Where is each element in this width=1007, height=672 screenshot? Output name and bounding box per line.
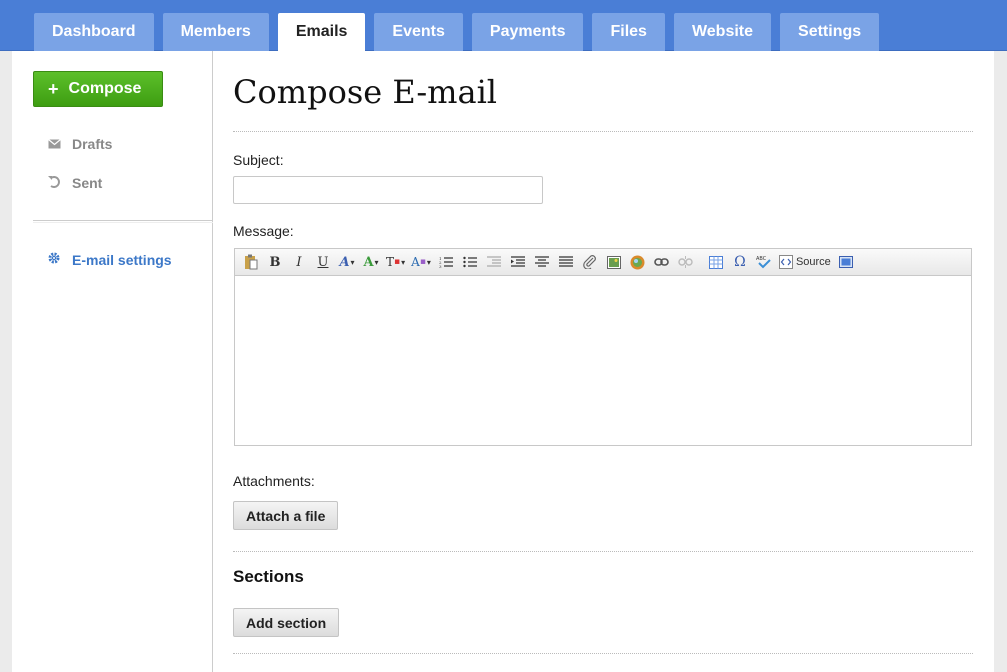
add-section-button[interactable]: Add section [233,608,340,637]
tab-payments[interactable]: Payments [471,13,584,51]
align-center-icon[interactable] [530,252,554,272]
paste-icon[interactable] [239,252,263,272]
maximize-icon[interactable] [834,252,858,272]
sections-heading: Sections [233,567,304,586]
indent-icon[interactable] [506,252,530,272]
tab-settings[interactable]: Settings [780,13,880,51]
source-label: Source [795,256,831,268]
sidebar: + Compose Drafts Sent E-mail settings [12,51,213,672]
compose-button[interactable]: + Compose [33,71,163,107]
plus-icon: + [48,78,59,99]
outdent-icon[interactable] [482,252,506,272]
attach-file-button[interactable]: Attach a file [233,501,339,530]
link-icon[interactable] [650,252,674,272]
sidebar-item-sent[interactable]: Sent [46,175,102,191]
message-body[interactable] [235,276,971,444]
sidebar-item-label: Sent [72,175,103,191]
gear-icon [46,251,62,268]
justify-icon[interactable] [554,252,578,272]
divider [233,131,973,132]
tab-events[interactable]: Events [374,13,463,51]
sidebar-item-label: E-mail settings [72,251,172,268]
tab-members[interactable]: Members [162,13,269,51]
tab-files[interactable]: Files [592,13,665,51]
divider [233,551,973,552]
subject-label: Subject: [233,152,284,168]
svg-text:ABC: ABC [756,256,767,262]
bullet-list-icon[interactable] [458,252,482,272]
font-style-icon[interactable]: A [335,252,359,272]
image-icon[interactable] [602,252,626,272]
message-label: Message: [233,223,294,239]
bold-icon[interactable]: B [263,252,287,272]
spellcheck-icon[interactable]: ABC [752,252,776,272]
svg-text:3: 3 [439,264,442,268]
rich-text-editor: B I U A A T▪ A▪ 123 [234,248,972,446]
text-color-icon[interactable]: A [359,252,383,272]
editor-toolbar: B I U A A T▪ A▪ 123 [235,249,971,276]
divider [233,653,973,654]
compose-button-label: Compose [68,80,142,97]
background-color-icon[interactable]: A ▪ [408,252,434,272]
top-nav-bar: Dashboard Members Emails Events Payments… [0,0,1007,51]
underline-icon[interactable]: U [311,252,335,272]
content-card: + Compose Drafts Sent E-mail settings Co… [12,51,994,672]
flash-icon[interactable] [626,252,650,272]
undo-icon [46,175,62,191]
subject-input[interactable] [233,176,543,204]
source-icon [778,255,793,269]
sidebar-item-drafts[interactable]: Drafts [46,136,112,152]
source-button[interactable]: Source [776,252,834,272]
attachments-label: Attachments: [233,473,315,489]
tab-emails[interactable]: Emails [277,13,366,51]
page-title: Compose E-mail [233,73,498,111]
italic-icon[interactable]: I [287,252,311,272]
sidebar-divider [33,220,213,223]
attachment-icon[interactable] [578,252,602,272]
sidebar-item-label: Drafts [72,136,113,152]
main-tabs: Dashboard Members Emails Events Payments… [34,13,880,51]
font-size-icon[interactable]: T ▪ [383,252,408,272]
tab-website[interactable]: Website [673,13,772,51]
table-icon[interactable] [704,252,728,272]
tab-dashboard[interactable]: Dashboard [34,13,154,51]
numbered-list-icon[interactable]: 123 [434,252,458,272]
envelope-icon [46,137,62,152]
unlink-icon[interactable] [674,252,698,272]
special-character-icon[interactable]: Ω [728,252,752,272]
sidebar-item-email-settings[interactable]: E-mail settings [46,251,172,268]
